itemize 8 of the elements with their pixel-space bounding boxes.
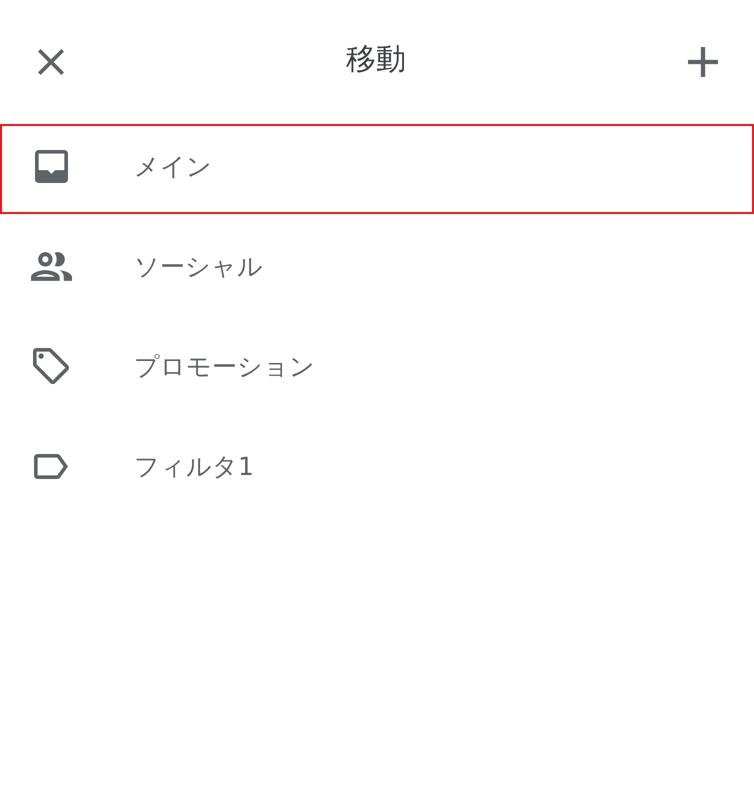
inbox-icon	[34, 150, 68, 182]
dialog-title: 移動	[346, 42, 406, 79]
tag-icon	[33, 348, 69, 384]
folder-option[interactable]: メイン	[0, 124, 754, 214]
label-icon	[34, 454, 68, 478]
close-icon	[38, 49, 64, 75]
people-icon	[30, 252, 72, 280]
add-icon	[688, 47, 718, 77]
